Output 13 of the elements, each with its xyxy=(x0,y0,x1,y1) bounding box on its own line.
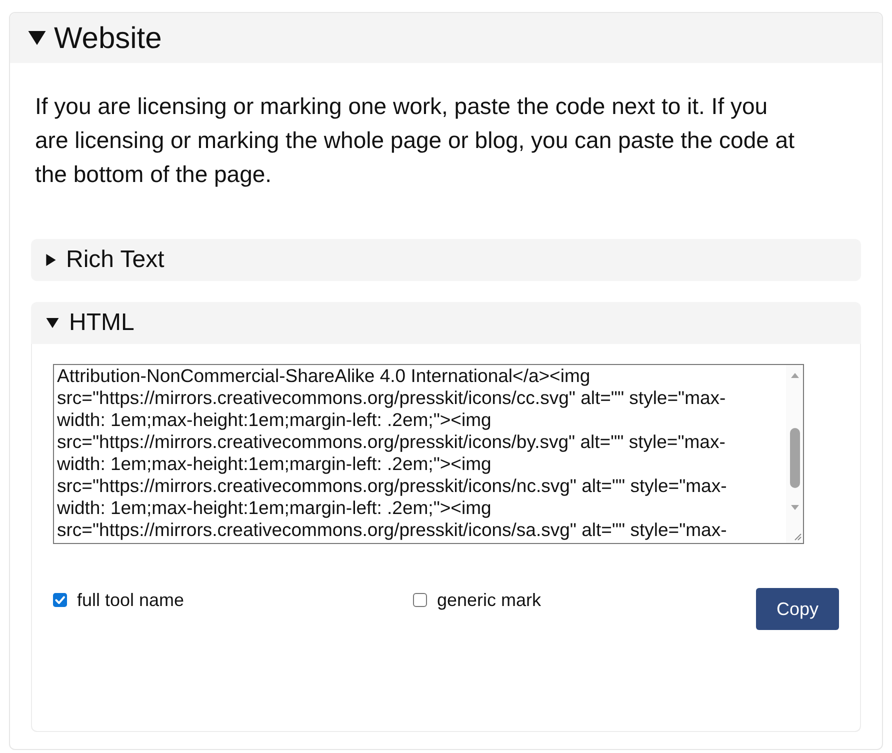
scrollbar-thumb[interactable] xyxy=(790,428,800,488)
subsection-header[interactable]: Rich Text xyxy=(31,239,861,281)
subsection-header[interactable]: HTML xyxy=(31,302,861,344)
checkbox[interactable] xyxy=(413,593,427,607)
checkbox[interactable] xyxy=(53,593,67,607)
checkbox-label: full tool name xyxy=(77,588,184,612)
scroll-down-icon[interactable] xyxy=(790,505,798,510)
scroll-up-icon[interactable] xyxy=(790,373,798,378)
code-textarea[interactable]: Attribution-NonCommercial-ShareAlike 4.0 International</a><img src="https://mirrors.creativecommons.org/presskit/icons/cc.svg" alt="" style="max- width: 1em;max-height:1em;margin-left: .2em;"><img src="https://mirrors.creativecommons.org/presskit/icons/by.svg" alt="" style="max- width: 1em;max-height:1em;margin-left: .2em;"><img src="https://mirrors.creativecommons.org/presskit/icons/nc.svg" alt="" style="max- width: 1em;max-height:1em;margin-left: .2em;"><img src="https://mirrors.creativecommons.org/presskit/icons/sa.svg" alt="" style="max- xyxy=(53,364,804,544)
instructions-text: If you are licensing or marking one work, paste the code next to it. If you are licensing or marking the whole page or blog, you can paste the code at the bottom of the page. xyxy=(35,92,796,189)
section-header[interactable]: Website xyxy=(10,13,882,63)
copy-button[interactable]: Copy xyxy=(756,588,839,630)
checkbox-label: generic mark xyxy=(437,588,542,612)
